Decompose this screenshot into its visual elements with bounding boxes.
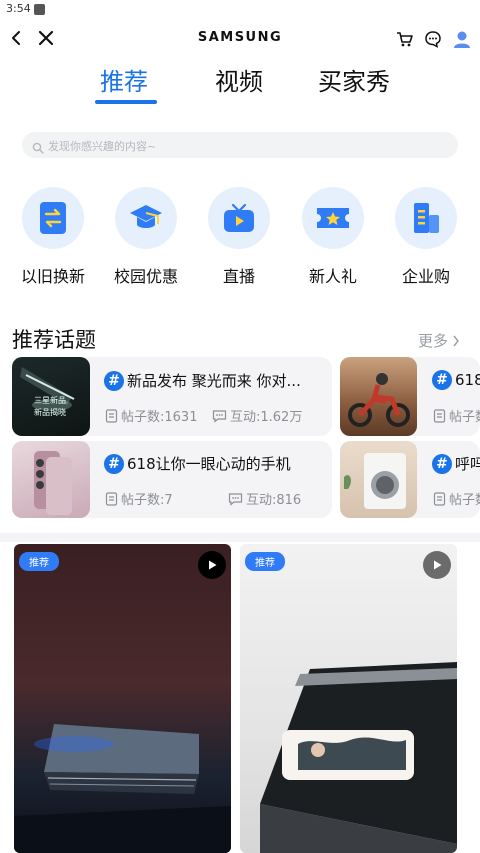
document-icon (433, 491, 446, 506)
tab-recommend[interactable]: 推荐 (100, 62, 148, 97)
topic-thumbnail (12, 441, 90, 518)
thumbnail-caption: 三星新品 (34, 396, 66, 405)
section-divider (0, 533, 480, 542)
topic-thumbnail (340, 441, 417, 518)
ticket-icon (317, 208, 349, 228)
chevron-right-icon (453, 335, 459, 346)
quick-link-label: 以旧换新 (20, 267, 85, 286)
close-icon[interactable] (36, 28, 56, 48)
feed-card[interactable] (240, 544, 457, 853)
enterprise-purchase-button[interactable] (395, 187, 457, 249)
graduation-cap-icon (130, 205, 162, 228)
more-link[interactable]: 更多 (418, 330, 460, 351)
tv-icon (224, 203, 254, 232)
topic-thumbnail: 三星新品 新品揭晓 (12, 357, 90, 436)
quick-link-label: 直播 (222, 267, 255, 286)
status-time: 3:54 (6, 2, 31, 15)
campus-discount-button[interactable] (115, 187, 177, 249)
section-title: 推荐话题 (12, 328, 96, 352)
hashtag-icon: # (432, 370, 452, 390)
building-icon (414, 203, 439, 233)
exchange-icon (40, 202, 66, 234)
post-count: 帖子数 (433, 406, 480, 425)
notification-icon (34, 4, 45, 15)
topic-title-row: # 呼吗 (432, 453, 480, 474)
brand-logo: SAMSUNG (197, 30, 283, 45)
avatar-icon[interactable] (451, 28, 473, 50)
hashtag-icon: # (104, 453, 124, 474)
tab-active-indicator (95, 100, 157, 104)
status-bar: 3:54 (0, 0, 480, 20)
recommend-badge: 推荐 (245, 552, 285, 571)
comment-icon (228, 492, 243, 506)
document-icon (105, 408, 118, 423)
tab-video[interactable]: 视频 (215, 62, 263, 97)
topic-title-row: # 618 (432, 370, 480, 390)
post-count: 帖子数:7 (105, 489, 173, 508)
quick-link-label: 企业购 (401, 267, 450, 286)
cart-icon[interactable] (395, 29, 415, 49)
play-icon[interactable] (198, 551, 226, 579)
play-icon[interactable] (423, 551, 451, 579)
interaction-count: 互动:1.62万 (212, 406, 302, 425)
trade-in-button[interactable] (22, 187, 84, 249)
more-label: 更多 (418, 332, 449, 350)
comment-icon (212, 409, 227, 423)
topic-thumbnail (340, 357, 417, 436)
document-icon (433, 408, 446, 423)
thumbnail-caption: 新品揭晓 (34, 408, 66, 417)
quick-link-label: 新人礼 (308, 267, 357, 286)
live-button[interactable] (208, 187, 270, 249)
newcomer-gift-button[interactable] (302, 187, 364, 249)
post-count: 帖子数:1631 (105, 406, 197, 425)
topic-title: 呼吗 (455, 455, 480, 473)
search-placeholder: 发现你感兴趣的内容~ (48, 140, 157, 153)
hashtag-icon: # (432, 453, 452, 474)
search-icon (32, 139, 44, 158)
document-icon (105, 491, 118, 506)
quick-link-label: 校园优惠 (113, 267, 178, 286)
topic-title-row: # 新品发布 聚光而来 你对... (104, 370, 301, 391)
back-icon[interactable] (6, 28, 26, 48)
interaction-count: 互动:816 (228, 489, 301, 508)
topic-title: 618让你一眼心动的手机 (127, 455, 291, 473)
hashtag-icon: # (104, 370, 124, 391)
topic-title: 618 (455, 371, 480, 389)
recommend-badge: 推荐 (19, 552, 59, 571)
topic-title: 新品发布 聚光而来 你对... (127, 372, 301, 390)
message-icon[interactable] (423, 29, 443, 49)
tab-buyer-show[interactable]: 买家秀 (318, 62, 390, 97)
topic-title-row: # 618让你一眼心动的手机 (104, 453, 291, 474)
post-count: 帖子数 (433, 489, 480, 508)
feed-card[interactable] (14, 544, 231, 853)
